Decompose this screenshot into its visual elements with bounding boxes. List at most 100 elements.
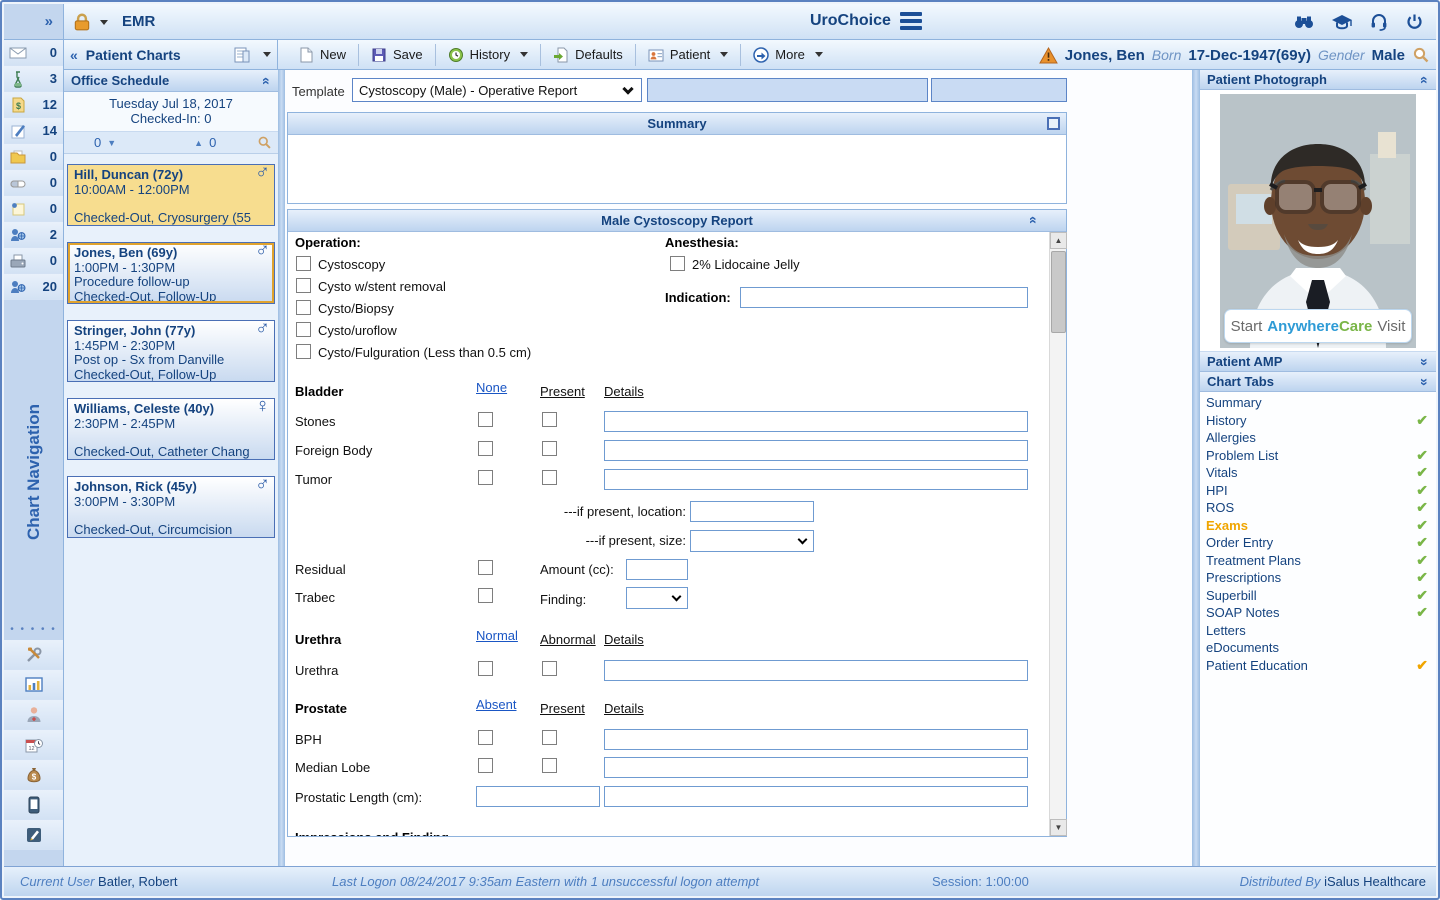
chart-list-icon[interactable] xyxy=(233,46,251,64)
chart-menu-caret[interactable] xyxy=(263,52,271,57)
stones-details-input[interactable] xyxy=(604,411,1028,432)
biopsy-checkbox[interactable] xyxy=(296,300,311,315)
prostate-absent-link[interactable]: Absent xyxy=(476,697,516,712)
appointment-card[interactable]: Johnson, Rick (45y) 3:00PM - 3:30PM Chec… xyxy=(67,476,275,538)
uroflow-checkbox[interactable] xyxy=(296,322,311,337)
summary-popout-icon[interactable] xyxy=(1047,117,1060,130)
tumor-none-checkbox[interactable] xyxy=(478,470,493,485)
tumor-present-checkbox[interactable] xyxy=(542,470,557,485)
size-select[interactable] xyxy=(690,530,814,552)
lock-icon[interactable] xyxy=(72,12,92,32)
schedule-search-icon[interactable] xyxy=(257,135,272,150)
editor-button[interactable] xyxy=(4,820,63,850)
splitter-right[interactable] xyxy=(1192,70,1200,866)
device-button[interactable] xyxy=(4,790,63,820)
tab-soap-notes[interactable]: SOAP Notes xyxy=(1200,604,1436,622)
tab-superbill[interactable]: Superbill xyxy=(1200,587,1436,605)
power-icon[interactable] xyxy=(1405,12,1424,31)
collapse-up-icon[interactable]: « xyxy=(1026,216,1042,224)
urethra-normal-checkbox[interactable] xyxy=(478,661,493,676)
stent-removal-checkbox[interactable] xyxy=(296,278,311,293)
tab-hpi[interactable]: HPI xyxy=(1200,482,1436,500)
tab-problem-list[interactable]: Problem List xyxy=(1200,447,1436,465)
count-up-icon[interactable]: ▲ xyxy=(194,138,203,148)
nav-charges[interactable]: $ 12 xyxy=(4,92,63,118)
appointment-card[interactable]: Hill, Duncan (72y) 10:00AM - 12:00PM Che… xyxy=(67,164,275,226)
residual-checkbox[interactable] xyxy=(478,560,493,575)
history-button[interactable]: History xyxy=(438,43,538,67)
foreign-body-none-checkbox[interactable] xyxy=(478,441,493,456)
strip-drag-handle[interactable]: • • • • • xyxy=(4,624,63,635)
menu-icon[interactable] xyxy=(899,12,922,30)
template-field-2[interactable] xyxy=(931,78,1067,102)
bph-absent-checkbox[interactable] xyxy=(478,730,493,745)
prostatic-length-input[interactable] xyxy=(476,786,600,807)
support-headset-icon[interactable] xyxy=(1369,12,1389,31)
tab-prescriptions[interactable]: Prescriptions xyxy=(1200,569,1436,587)
tab-patient-education[interactable]: Patient Education xyxy=(1200,657,1436,675)
appointment-card[interactable]: Stringer, John (77y) 1:45PM - 2:30PM Pos… xyxy=(67,320,275,382)
bph-present-checkbox[interactable] xyxy=(542,730,557,745)
nav-tasks[interactable]: 0 xyxy=(4,196,63,222)
summary-body[interactable] xyxy=(288,135,1066,203)
tab-ros[interactable]: ROS xyxy=(1200,499,1436,517)
nav-messages[interactable]: 0 xyxy=(4,40,63,66)
bladder-details-link[interactable]: Details xyxy=(604,384,644,399)
splitter-left[interactable] xyxy=(278,70,285,866)
fulguration-checkbox[interactable] xyxy=(296,344,311,359)
anywherecare-visit-button[interactable]: Start AnywhereCare Visit xyxy=(1224,309,1412,343)
median-lobe-details-input[interactable] xyxy=(604,757,1028,778)
collapse-up-icon[interactable]: « xyxy=(1417,76,1433,84)
amount-input[interactable] xyxy=(626,559,688,580)
lock-menu-caret[interactable] xyxy=(100,20,108,25)
billing-button[interactable]: $ xyxy=(4,760,63,790)
median-lobe-absent-checkbox[interactable] xyxy=(478,758,493,773)
tab-edocuments[interactable]: eDocuments xyxy=(1200,639,1436,657)
foreign-body-present-checkbox[interactable] xyxy=(542,441,557,456)
lidocaine-checkbox[interactable] xyxy=(670,256,685,271)
prostate-present-link[interactable]: Present xyxy=(540,701,585,716)
urethra-abnormal-link[interactable]: Abnormal xyxy=(540,632,596,647)
tab-history[interactable]: History xyxy=(1200,412,1436,430)
finding-select[interactable] xyxy=(626,587,688,609)
stones-none-checkbox[interactable] xyxy=(478,412,493,427)
collapse-up-icon[interactable]: « xyxy=(259,77,275,85)
appointment-card[interactable]: Jones, Ben (69y) 1:00PM - 1:30PM Procedu… xyxy=(67,242,275,304)
collapse-panel-icon[interactable]: « xyxy=(70,47,78,63)
location-input[interactable] xyxy=(690,501,814,522)
scroll-up-icon[interactable]: ▲ xyxy=(1050,232,1067,249)
provider-button[interactable] xyxy=(4,700,63,730)
count-left[interactable]: 0 xyxy=(94,135,101,150)
prostatic-length-details-input[interactable] xyxy=(604,786,1028,807)
template-field-1[interactable] xyxy=(647,78,928,102)
more-button[interactable]: More xyxy=(743,43,833,67)
median-lobe-present-checkbox[interactable] xyxy=(542,758,557,773)
expand-down-icon[interactable]: » xyxy=(1417,378,1433,386)
nav-referrals[interactable]: 2 xyxy=(4,222,63,248)
save-button[interactable]: Save xyxy=(361,43,433,67)
expand-down-icon[interactable]: » xyxy=(1417,358,1433,366)
tab-summary[interactable]: Summary xyxy=(1200,394,1436,412)
template-select[interactable]: Cystoscopy (Male) - Operative Report xyxy=(352,78,642,102)
patient-button[interactable]: Patient xyxy=(638,43,738,67)
urethra-normal-link[interactable]: Normal xyxy=(476,628,518,643)
bph-details-input[interactable] xyxy=(604,729,1028,750)
nav-patients[interactable]: 20 xyxy=(4,274,63,300)
scheduler-button[interactable]: 12 xyxy=(4,730,63,760)
trabec-checkbox[interactable] xyxy=(478,588,493,603)
bladder-none-link[interactable]: None xyxy=(476,380,507,395)
tab-exams[interactable]: Exams xyxy=(1200,517,1436,535)
nav-notes[interactable]: 14 xyxy=(4,118,63,144)
count-down-icon[interactable]: ▼ xyxy=(107,138,116,148)
stones-present-checkbox[interactable] xyxy=(542,412,557,427)
binoculars-icon[interactable] xyxy=(1293,13,1315,31)
alert-icon[interactable] xyxy=(1038,46,1058,64)
nav-expand-button[interactable]: » xyxy=(4,4,63,40)
urethra-details-link[interactable]: Details xyxy=(604,632,644,647)
tumor-details-input[interactable] xyxy=(604,469,1028,490)
tab-vitals[interactable]: Vitals xyxy=(1200,464,1436,482)
tab-letters[interactable]: Letters xyxy=(1200,622,1436,640)
prostate-details-link[interactable]: Details xyxy=(604,701,644,716)
urethra-abnormal-checkbox[interactable] xyxy=(542,661,557,676)
bladder-present-link[interactable]: Present xyxy=(540,384,585,399)
